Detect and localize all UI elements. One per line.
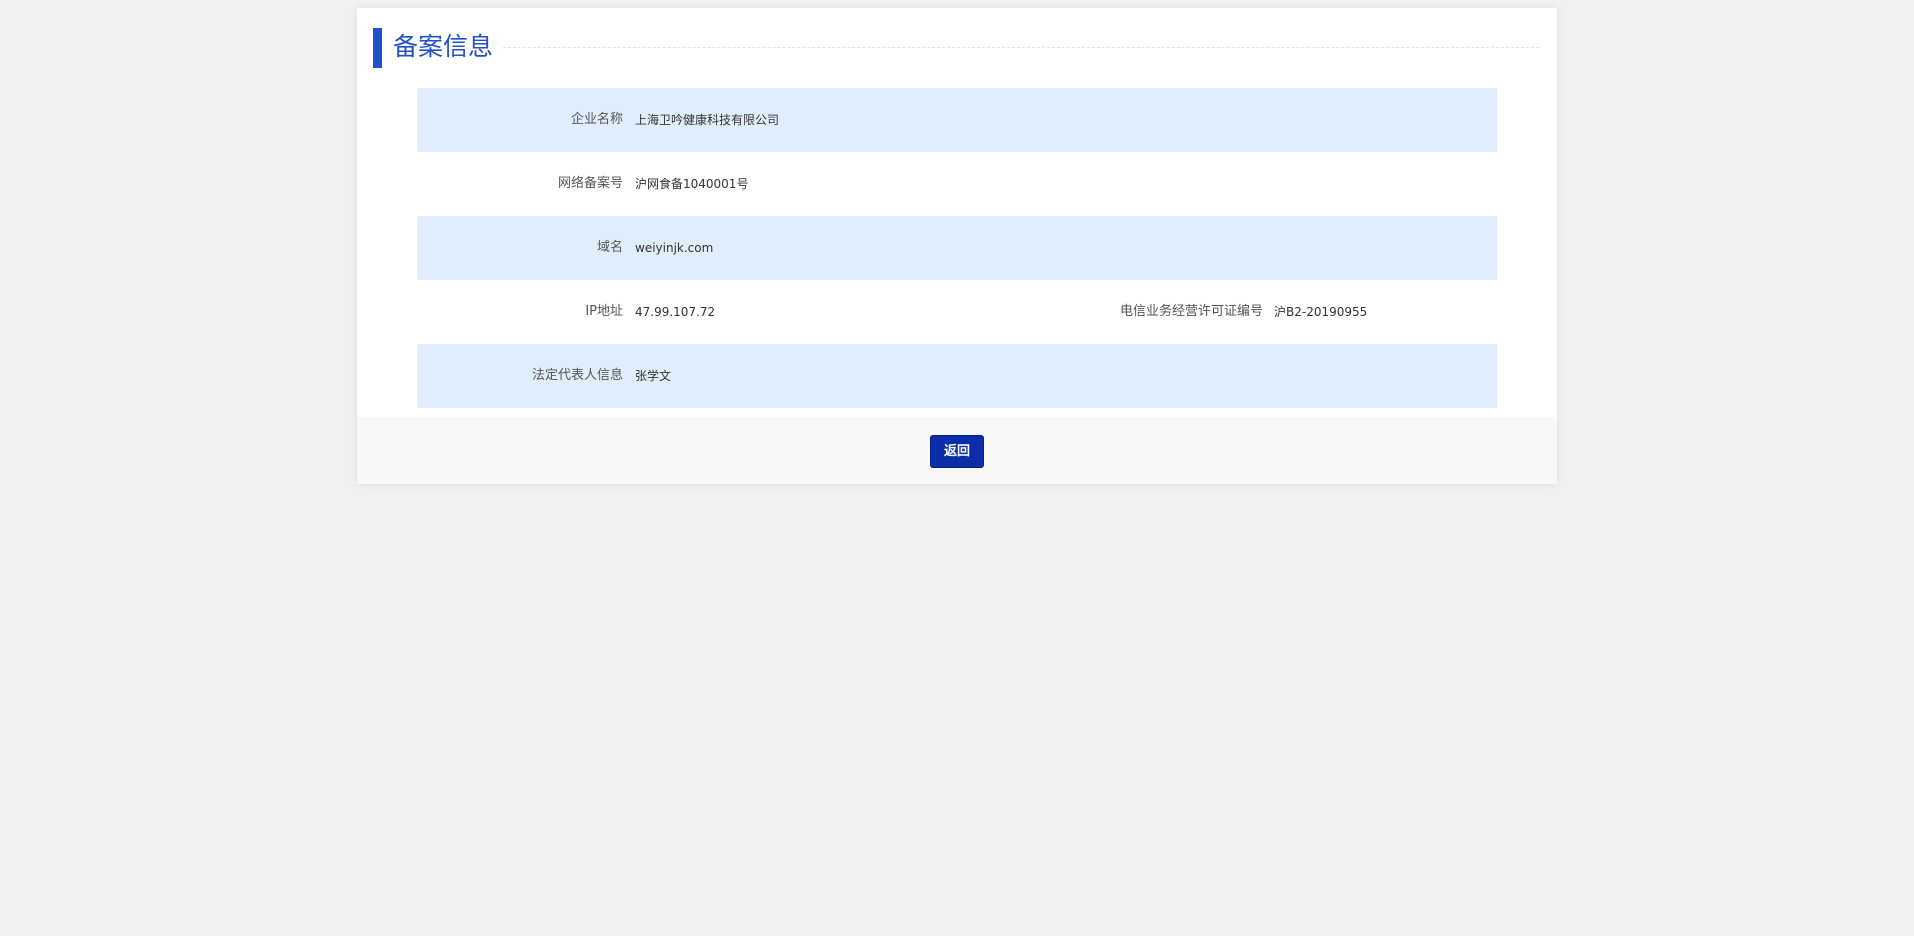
page-title: 备案信息 [393,30,502,64]
table-row-filing-number: 网络备案号 沪网食备1040001号 [417,152,1497,216]
table-row-legal-representative: 法定代表人信息 张学文 [417,344,1497,408]
telecom-license-label: 电信业务经营许可证编号 [1119,304,1263,319]
domain-label: 域名 [596,240,623,255]
header-accent-bar [373,28,382,68]
telecom-license-value: 沪B2-20190955 [1274,305,1368,319]
table-row-company-name: 企业名称 上海卫吟健康科技有限公司 [417,88,1497,152]
filing-number-value: 沪网食备1040001号 [635,177,749,191]
filing-number-label: 网络备案号 [557,176,623,191]
ip-address-label: IP地址 [585,304,623,319]
table-row-domain: 域名 weiyinjk.com [417,216,1497,280]
company-name-value: 上海卫吟健康科技有限公司 [635,113,780,127]
record-info-panel: 备案信息 企业名称 上海卫吟健康科技有限公司 网络备案号 沪网食备1040001… [357,8,1557,484]
company-name-label: 企业名称 [570,112,623,127]
back-button[interactable]: 返回 [930,435,984,468]
table-row-ip-address: IP地址 47.99.107.72 电信业务经营许可证编号 沪B2-201909… [417,280,1497,344]
legal-representative-value: 张学文 [635,369,672,383]
domain-value: weiyinjk.com [635,241,714,255]
panel-footer: 返回 [357,417,1557,484]
record-info-table: 企业名称 上海卫吟健康科技有限公司 网络备案号 沪网食备1040001号 域名 … [417,88,1497,408]
ip-address-value: 47.99.107.72 [635,305,716,319]
legal-representative-label: 法定代表人信息 [531,368,623,383]
section-header: 备案信息 [373,28,1539,68]
header-dashed-divider [483,47,1539,48]
